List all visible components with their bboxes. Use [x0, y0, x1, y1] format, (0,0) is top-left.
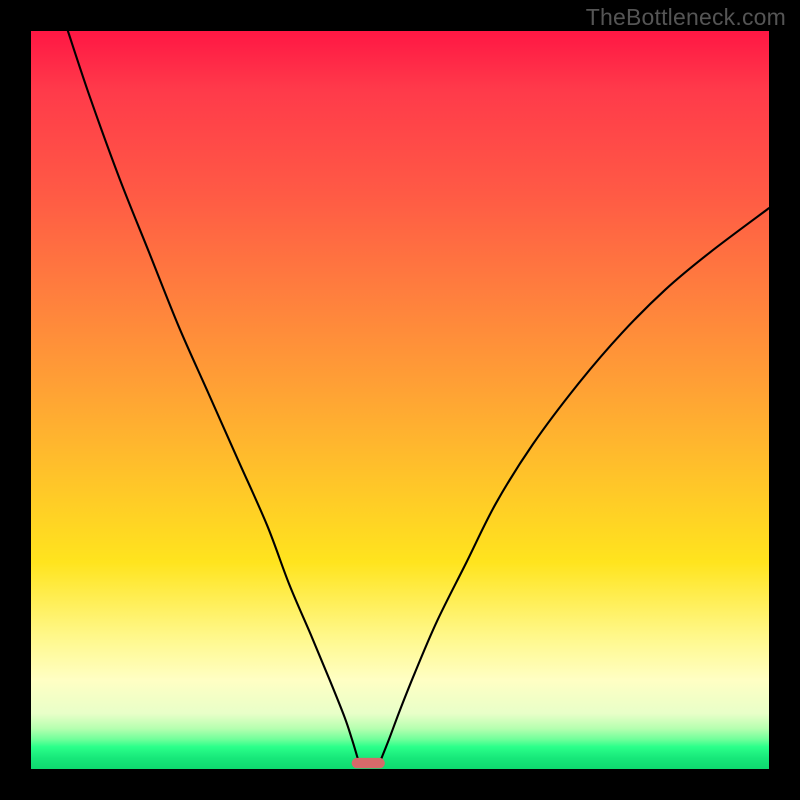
watermark-text: TheBottleneck.com	[586, 4, 786, 31]
curve-left-branch	[68, 31, 359, 762]
curve-right-branch	[380, 208, 769, 762]
bottleneck-marker	[352, 758, 385, 768]
chart-frame: TheBottleneck.com	[0, 0, 800, 800]
chart-overlay	[31, 31, 769, 769]
